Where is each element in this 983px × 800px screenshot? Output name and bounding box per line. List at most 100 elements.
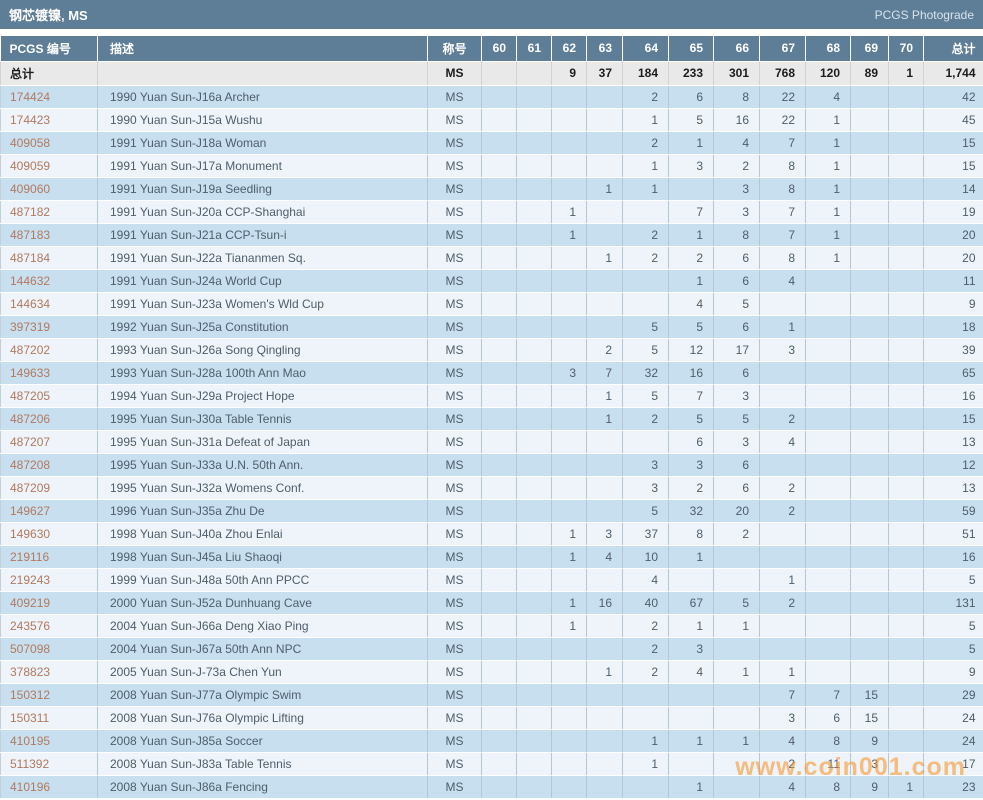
coin-description: 1991 Yuan Sun-J22a Tiananmen Sq. bbox=[97, 246, 428, 270]
pcgs-number-link[interactable]: 487209 bbox=[0, 476, 98, 500]
column-header-grade-70: 70 bbox=[888, 36, 924, 62]
pcgs-number-link[interactable]: 149633 bbox=[0, 361, 98, 385]
grade-63-count: 1 bbox=[586, 246, 623, 270]
grade-66-count: 2 bbox=[713, 522, 760, 546]
coin-description: 1995 Yuan Sun-J31a Defeat of Japan bbox=[97, 430, 428, 454]
grade-66-count bbox=[713, 706, 760, 730]
grade-63-count bbox=[586, 108, 623, 132]
grade-60-count bbox=[481, 292, 517, 316]
designation-cell: MS bbox=[427, 269, 482, 293]
grade-67-count: 1 bbox=[759, 660, 806, 684]
grade-61-count bbox=[516, 591, 552, 615]
column-header-grade-69: 69 bbox=[850, 36, 889, 62]
pcgs-number-link[interactable]: 409219 bbox=[0, 591, 98, 615]
table-header: PCGS 编号 描述 称号 60 61 62 63 64 65 66 67 68… bbox=[0, 36, 983, 62]
grade-63-count bbox=[586, 614, 623, 638]
grade-60-count bbox=[481, 522, 517, 546]
pcgs-number-link[interactable]: 487205 bbox=[0, 384, 98, 408]
grade-66-count: 6 bbox=[713, 269, 760, 293]
pcgs-number-link[interactable]: 487183 bbox=[0, 223, 98, 247]
pcgs-number-link[interactable]: 144634 bbox=[0, 292, 98, 316]
designation-cell: MS bbox=[427, 85, 482, 109]
pcgs-number-link[interactable]: 410195 bbox=[0, 729, 98, 753]
pcgs-number-link[interactable]: 150312 bbox=[0, 683, 98, 707]
pcgs-number-link[interactable]: 174424 bbox=[0, 85, 98, 109]
pcgs-number-link[interactable]: 149627 bbox=[0, 499, 98, 523]
pcgs-number-link[interactable]: 149630 bbox=[0, 522, 98, 546]
row-total: 39 bbox=[923, 338, 983, 362]
pcgs-number-link[interactable]: 150311 bbox=[0, 706, 98, 730]
grade-68-count bbox=[805, 407, 851, 431]
pcgs-number-link[interactable]: 487184 bbox=[0, 246, 98, 270]
grade-67-count: 4 bbox=[759, 729, 806, 753]
designation-cell: MS bbox=[427, 292, 482, 316]
grade-60-count bbox=[481, 384, 517, 408]
grade-61-count bbox=[516, 752, 552, 776]
grade-63-count bbox=[586, 706, 623, 730]
grade-66-count: 6 bbox=[713, 476, 760, 500]
pcgs-number-link[interactable]: 487207 bbox=[0, 430, 98, 454]
grade-60-count bbox=[481, 476, 517, 500]
pcgs-number-link[interactable]: 378823 bbox=[0, 660, 98, 684]
grade-65-count bbox=[668, 706, 714, 730]
row-total: 20 bbox=[923, 223, 983, 247]
column-header-description: 描述 bbox=[97, 36, 428, 62]
row-total: 15 bbox=[923, 407, 983, 431]
pcgs-number-link[interactable]: 219116 bbox=[0, 545, 98, 569]
grade-62-count: 3 bbox=[551, 361, 587, 385]
grade-64-count: 5 bbox=[622, 499, 669, 523]
grade-63-count bbox=[586, 683, 623, 707]
grade-70-count bbox=[888, 453, 924, 477]
designation-cell: MS bbox=[427, 315, 482, 339]
grade-70-count bbox=[888, 131, 924, 155]
grade-65-count: 3 bbox=[668, 637, 714, 661]
table-row: 487183 1991 Yuan Sun-J21a CCP-Tsun-i MS 1 2 1… bbox=[0, 223, 983, 247]
pcgs-number-link[interactable]: 409060 bbox=[0, 177, 98, 201]
grade-66-count: 1 bbox=[713, 614, 760, 638]
row-total: 13 bbox=[923, 430, 983, 454]
pcgs-number-link[interactable]: 243576 bbox=[0, 614, 98, 638]
table-row: 397319 1992 Yuan Sun-J25a Constitution MS 5… bbox=[0, 315, 983, 339]
grade-69-count bbox=[850, 614, 889, 638]
pcgs-number-link[interactable]: 487182 bbox=[0, 200, 98, 224]
pcgs-number-link[interactable]: 409058 bbox=[0, 131, 98, 155]
pcgs-number-link[interactable]: 511392 bbox=[0, 752, 98, 776]
pcgs-number-link[interactable]: 487208 bbox=[0, 453, 98, 477]
grade-69-count bbox=[850, 522, 889, 546]
pcgs-number-link[interactable]: 397319 bbox=[0, 315, 98, 339]
pcgs-number-link[interactable]: 410196 bbox=[0, 775, 98, 799]
pcgs-number-link[interactable]: 487206 bbox=[0, 407, 98, 431]
designation-cell: MS bbox=[427, 338, 482, 362]
pcgs-number-link[interactable]: 144632 bbox=[0, 269, 98, 293]
pcgs-number-link[interactable]: 409059 bbox=[0, 154, 98, 178]
table-row: 507098 2004 Yuan Sun-J67a 50th Ann NPC MS 2… bbox=[0, 637, 983, 661]
designation-cell: MS bbox=[427, 223, 482, 247]
pcgs-number-link[interactable]: 174423 bbox=[0, 108, 98, 132]
grade-70-count bbox=[888, 269, 924, 293]
grade-63-count: 7 bbox=[586, 361, 623, 385]
grade-63-count bbox=[586, 775, 623, 799]
grade-65-count: 1 bbox=[668, 269, 714, 293]
grade-70-count bbox=[888, 683, 924, 707]
grade-61-count bbox=[516, 315, 552, 339]
table-row: 487207 1995 Yuan Sun-J31a Defeat of Japan… bbox=[0, 430, 983, 454]
grade-60-count bbox=[481, 775, 517, 799]
pcgs-photograde-link[interactable]: PCGS Photograde bbox=[875, 8, 974, 22]
pcgs-number-link[interactable]: 507098 bbox=[0, 637, 98, 661]
grade-63-count bbox=[586, 476, 623, 500]
grade-63-count bbox=[586, 292, 623, 316]
grade-69-count bbox=[850, 131, 889, 155]
grade-60-count bbox=[481, 614, 517, 638]
pcgs-number-link[interactable]: 219243 bbox=[0, 568, 98, 592]
grade-70-count bbox=[888, 637, 924, 661]
grade-62-count bbox=[551, 177, 587, 201]
grade-64-count: 4 bbox=[622, 568, 669, 592]
grade-69-count bbox=[850, 660, 889, 684]
grade-65-count: 6 bbox=[668, 430, 714, 454]
grade-64-count: 2 bbox=[622, 407, 669, 431]
row-total: 16 bbox=[923, 545, 983, 569]
grade-60-count bbox=[481, 361, 517, 385]
grade-70-count bbox=[888, 430, 924, 454]
pcgs-number-link[interactable]: 487202 bbox=[0, 338, 98, 362]
column-header-grade-64: 64 bbox=[622, 36, 669, 62]
